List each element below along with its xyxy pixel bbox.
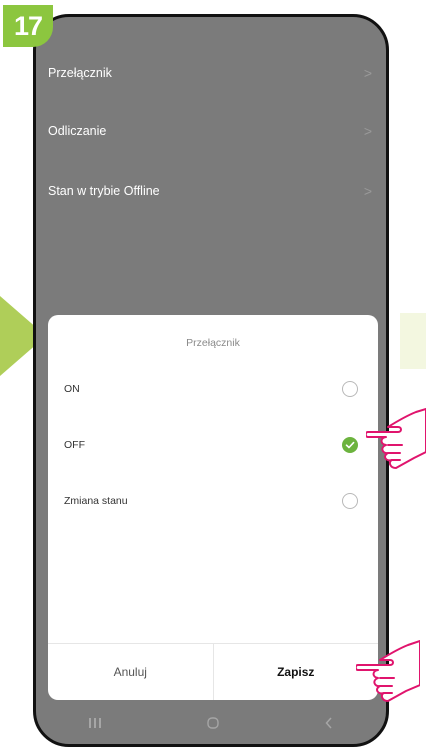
cancel-button[interactable]: Anuluj (48, 644, 213, 700)
option-label: OFF (64, 439, 85, 451)
save-button[interactable]: Zapisz (212, 644, 379, 700)
dialog-footer: Anuluj Zapisz (48, 643, 378, 700)
step-number-badge: 17 (3, 5, 53, 47)
home-icon[interactable] (206, 716, 220, 733)
menu-item-label: Stan w trybie Offline (48, 184, 160, 198)
radio-checked-icon[interactable] (342, 437, 358, 453)
pointing-hand-icon (356, 640, 420, 702)
option-on[interactable]: ON (48, 369, 378, 409)
chevron-right-icon: > (363, 65, 372, 81)
chevron-right-icon: > (363, 123, 372, 139)
radio-unchecked-icon[interactable] (342, 493, 358, 509)
option-zmiana-stanu[interactable]: Zmiana stanu (48, 481, 378, 521)
back-icon[interactable] (324, 716, 334, 733)
checkmark-icon (345, 441, 355, 449)
radio-unchecked-icon[interactable] (342, 381, 358, 397)
system-nav-bar (36, 704, 386, 744)
menu-item-stan-offline[interactable]: Stan w trybie Offline > (48, 171, 372, 211)
dialog-title: Przełącznik (186, 337, 240, 349)
menu-item-odliczanie[interactable]: Odliczanie > (48, 111, 372, 151)
phone-frame: Przełącznik > Odliczanie > Stan w trybie… (33, 14, 389, 747)
option-label: Zmiana stanu (64, 495, 128, 507)
menu-item-label: Przełącznik (48, 66, 112, 80)
switch-dialog: Przełącznik ON OFF Zmiana stanu Anuluj Z… (48, 315, 378, 700)
side-accent-bar (400, 313, 426, 369)
option-off[interactable]: OFF (48, 425, 378, 465)
menu-item-przelacznik[interactable]: Przełącznik > (48, 53, 372, 93)
pointing-hand-icon (366, 408, 426, 469)
option-label: ON (64, 383, 80, 395)
chevron-right-icon: > (363, 183, 372, 199)
recents-icon[interactable] (88, 716, 102, 732)
menu-item-label: Odliczanie (48, 124, 107, 138)
